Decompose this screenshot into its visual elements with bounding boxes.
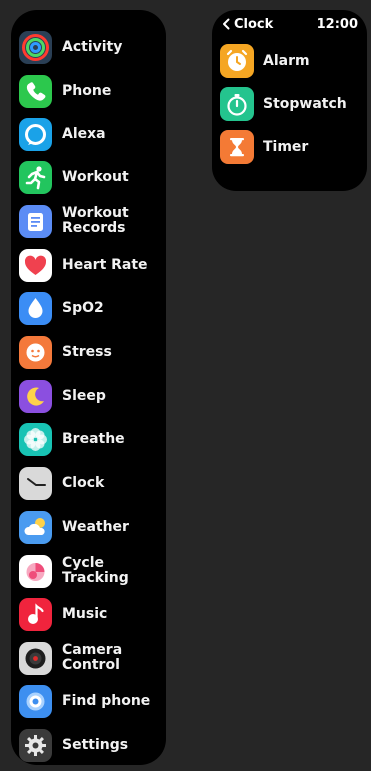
svg-text:z: z	[36, 393, 40, 400]
records-document-icon	[19, 204, 52, 238]
find-phone-icon	[19, 684, 52, 718]
app-item-label: Cycle Tracking	[62, 555, 129, 586]
app-item-label: Heart Rate	[62, 256, 148, 273]
app-item-music[interactable]: Music	[19, 596, 159, 632]
app-item-alexa[interactable]: Alexa	[19, 116, 159, 152]
app-item-workout-records[interactable]: Workout Records	[19, 203, 159, 239]
cloud-sun-icon	[19, 510, 52, 544]
app-item-clock[interactable]: Clock	[19, 465, 159, 501]
app-item-workout[interactable]: Workout	[19, 159, 159, 195]
app-item-label: Camera Control	[62, 642, 123, 673]
activity-rings-icon	[19, 30, 52, 64]
app-item-label: Music	[62, 605, 108, 622]
phone-icon	[19, 74, 52, 108]
app-item-label: Breathe	[62, 430, 125, 447]
app-item-phone[interactable]: Phone	[19, 73, 159, 109]
clock-item-label: Alarm	[263, 52, 310, 69]
app-item-label: Weather	[62, 518, 129, 535]
app-item-label: Find phone	[62, 692, 151, 709]
clock-item-timer[interactable]: Timer	[220, 129, 360, 165]
running-figure-icon	[19, 160, 52, 194]
stress-face-icon	[19, 335, 52, 369]
music-note-icon	[19, 597, 52, 631]
clock-item-label: Stopwatch	[263, 95, 347, 112]
back-label: Clock	[234, 16, 274, 32]
clock-icon	[19, 466, 52, 500]
app-item-label: Stress	[62, 343, 112, 360]
status-bar: Clock 12:00	[221, 15, 358, 33]
app-item-cycle-tracking[interactable]: Cycle Tracking	[19, 553, 159, 589]
time-display: 12:00	[316, 16, 358, 32]
app-item-label: Workout	[62, 168, 129, 185]
clock-screen: Clock 12:00 Alarm Stopwatch Timer	[212, 10, 367, 191]
app-item-breathe[interactable]: Breathe	[19, 421, 159, 457]
app-item-settings[interactable]: Settings	[19, 727, 159, 763]
app-item-label: Settings	[62, 736, 129, 753]
clock-item-stopwatch[interactable]: Stopwatch	[220, 86, 360, 122]
app-item-sleep[interactable]: z Sleep	[19, 378, 159, 414]
flower-icon	[19, 422, 52, 456]
back-button[interactable]: Clock	[221, 17, 273, 32]
app-item-label: Clock	[62, 474, 105, 491]
cycle-tracking-icon	[19, 554, 52, 588]
app-item-activity[interactable]: Activity	[19, 29, 159, 65]
app-item-label: Sleep	[62, 387, 106, 404]
clock-item-alarm[interactable]: Alarm	[220, 43, 360, 79]
app-item-weather[interactable]: Weather	[19, 509, 159, 545]
hourglass-icon	[220, 130, 254, 164]
clock-item-label: Timer	[263, 138, 309, 155]
gear-icon	[19, 728, 52, 762]
app-item-label: Phone	[62, 82, 112, 99]
camera-lens-icon	[19, 641, 52, 675]
app-item-label: SpO2	[62, 299, 104, 316]
app-item-spo2[interactable]: SpO2	[19, 290, 159, 326]
heart-icon	[19, 248, 52, 282]
chevron-left-icon	[223, 18, 230, 30]
app-item-label: Workout Records	[62, 205, 129, 236]
alarm-clock-icon	[220, 44, 254, 78]
app-item-label: Alexa	[62, 125, 106, 142]
app-item-label: Activity	[62, 38, 123, 55]
app-item-stress[interactable]: Stress	[19, 334, 159, 370]
stopwatch-icon	[220, 87, 254, 121]
alexa-icon	[19, 117, 52, 151]
app-item-camera-control[interactable]: Camera Control	[19, 640, 159, 676]
moon-icon: z	[19, 379, 52, 413]
blood-drop-icon	[19, 291, 52, 325]
app-item-heart-rate[interactable]: Heart Rate	[19, 247, 159, 283]
app-item-find-phone[interactable]: Find phone	[19, 683, 159, 719]
app-list-screen: Activity Phone Alexa Workout Workout Rec	[11, 10, 166, 765]
